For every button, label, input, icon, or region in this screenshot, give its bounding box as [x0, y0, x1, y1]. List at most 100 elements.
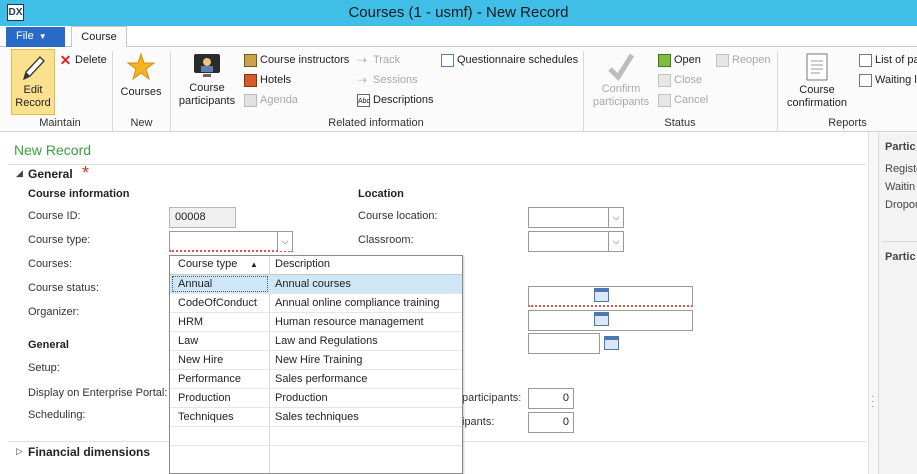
descriptions-label: Descriptions [373, 94, 434, 106]
max-participants-label: participants: [462, 392, 522, 404]
classroom-label: Classroom: [358, 234, 414, 246]
chevron-down-icon[interactable]: ⌵ [608, 232, 623, 251]
open-icon [658, 53, 671, 67]
course-id-field[interactable]: 00008 [169, 207, 236, 228]
agenda-icon [244, 93, 257, 107]
agenda-label: Agenda [260, 94, 298, 106]
chevron-down-icon[interactable]: ⌵ [277, 232, 292, 251]
lookup-row[interactable]: New Hire New Hire Training [170, 351, 462, 370]
track-label: Track [373, 54, 401, 66]
splitter-grip-icon[interactable]: · · · [871, 392, 874, 412]
display-portal-label: Display on Enterprise Portal: [28, 387, 168, 399]
general-section-header[interactable]: General [28, 167, 73, 181]
page-title: New Record [14, 142, 92, 158]
course-status-label: Course status: [28, 282, 99, 294]
general-sub-heading: General [28, 339, 69, 351]
sessions-button[interactable]: ⇢ Sessions [357, 72, 418, 90]
descriptions-abc-icon: Abc [357, 93, 370, 107]
delete-x-icon: ✕ [59, 51, 72, 68]
lookup-cell-desc: Law and Regulations [275, 335, 378, 347]
participants-field[interactable]: 0 [528, 412, 574, 433]
waiting-list-button[interactable]: Waiting l [859, 72, 917, 90]
confirm-participants-line2: participants [592, 96, 650, 108]
lookup-header: Course type ▲ Description [170, 256, 462, 275]
course-instructors-button[interactable]: Course instructors [244, 52, 349, 70]
agenda-button[interactable]: Agenda [244, 92, 298, 110]
calendar-icon[interactable] [604, 336, 619, 350]
edit-record-line1: Edit [23, 84, 43, 96]
cancel-button[interactable]: Cancel [658, 92, 708, 110]
lookup-col-description[interactable]: Description [275, 258, 330, 270]
track-button[interactable]: ⇢ Track [357, 52, 400, 70]
expand-triangle-icon[interactable]: ▷ [16, 446, 23, 457]
file-tab[interactable]: File ▼ [6, 27, 65, 47]
lookup-row[interactable]: Techniques Sales techniques [170, 408, 462, 427]
end-date-field[interactable] [528, 310, 693, 331]
lookup-row[interactable]: Annual Annual courses [170, 275, 462, 294]
pencil-icon [22, 56, 45, 81]
financial-dimensions-header[interactable]: Financial dimensions [28, 445, 150, 459]
lookup-cell-desc: Sales techniques [275, 411, 359, 423]
time-date-field[interactable] [528, 333, 600, 354]
edit-record-button[interactable]: Edit Record [11, 49, 55, 115]
questionnaire-schedules-button[interactable]: Questionnaire schedules [441, 52, 578, 70]
list-of-participants-button[interactable]: List of pa [859, 52, 917, 70]
close-button[interactable]: Close [658, 72, 702, 90]
confirm-participants-button[interactable]: Confirm participants [589, 49, 653, 115]
title-divider [8, 164, 866, 165]
course-confirmation-button[interactable]: Course confirmation [782, 49, 852, 115]
reopen-button[interactable]: Reopen [716, 52, 771, 70]
lookup-row[interactable]: Law Law and Regulations [170, 332, 462, 351]
edit-record-line2: Record [15, 97, 51, 109]
hotels-button[interactable]: Hotels [244, 72, 291, 90]
lookup-cell-desc: Sales performance [275, 373, 368, 385]
lookup-row[interactable]: CodeOfConduct Annual online compliance t… [170, 294, 462, 313]
calendar-icon[interactable] [594, 312, 609, 326]
open-label: Open [674, 54, 701, 66]
course-type-lookup[interactable]: Course type ▲ Description Annual Annual … [169, 255, 463, 474]
tab-course[interactable]: Course [71, 26, 127, 48]
group-label-new: New [130, 117, 153, 129]
start-date-field[interactable] [528, 286, 693, 307]
new-courses-label: Courses [120, 86, 162, 98]
max-participants-field[interactable]: 0 [528, 388, 574, 409]
factbox-heading-participants-2[interactable]: Partic [885, 251, 916, 263]
lookup-cell-type: New Hire [178, 354, 224, 366]
delete-button[interactable]: ✕ Delete [59, 52, 107, 70]
open-button[interactable]: Open [658, 52, 701, 70]
course-id-label: Course ID: [28, 210, 81, 222]
sort-ascending-icon[interactable]: ▲ [250, 260, 258, 269]
window-title: Courses (1 - usmf) - New Record [348, 4, 569, 21]
course-confirmation-line1: Course [799, 84, 835, 96]
waiting-label: Waiting l [875, 74, 917, 86]
course-location-combobox[interactable]: ⌵ [528, 207, 624, 228]
factbox-divider [882, 241, 917, 242]
collapse-triangle-icon[interactable]: ◢ [16, 168, 23, 179]
lookup-row[interactable]: Performance Sales performance [170, 370, 462, 389]
list-report-icon [859, 53, 872, 67]
lookup-cell-type: CodeOfConduct [178, 297, 257, 309]
course-participants-button[interactable]: Course participants [175, 49, 239, 115]
factbox-registered: Registe [885, 163, 917, 175]
factbox-heading-participants[interactable]: Partic [885, 141, 916, 153]
ribbon: Edit Record ✕ Delete Maintain Courses New… [0, 47, 917, 132]
chevron-down-icon[interactable]: ⌵ [608, 208, 623, 227]
waiting-report-icon [859, 73, 872, 87]
descriptions-button[interactable]: Abc Descriptions [357, 92, 434, 110]
new-courses-button[interactable]: Courses [117, 49, 165, 115]
course-location-label: Course location: [358, 210, 438, 222]
group-label-status: Status [664, 117, 696, 129]
calendar-icon[interactable] [594, 288, 609, 302]
close-icon [658, 73, 671, 87]
lookup-row[interactable]: Production Production [170, 389, 462, 408]
lookup-col-course-type[interactable]: Course type [178, 258, 237, 270]
pane-splitter[interactable] [868, 133, 878, 474]
lookup-row[interactable]: HRM Human resource management [170, 313, 462, 332]
courses-label: Courses: [28, 258, 73, 270]
ribbon-tab-row: File ▼ Course [0, 26, 917, 48]
lookup-cell-desc: Production [275, 392, 328, 404]
course-type-combobox[interactable]: ⌵ [169, 231, 293, 252]
course-participants-line1: Course [189, 82, 225, 94]
classroom-combobox[interactable]: ⌵ [528, 231, 624, 252]
sessions-icon: ⇢ [357, 72, 368, 87]
